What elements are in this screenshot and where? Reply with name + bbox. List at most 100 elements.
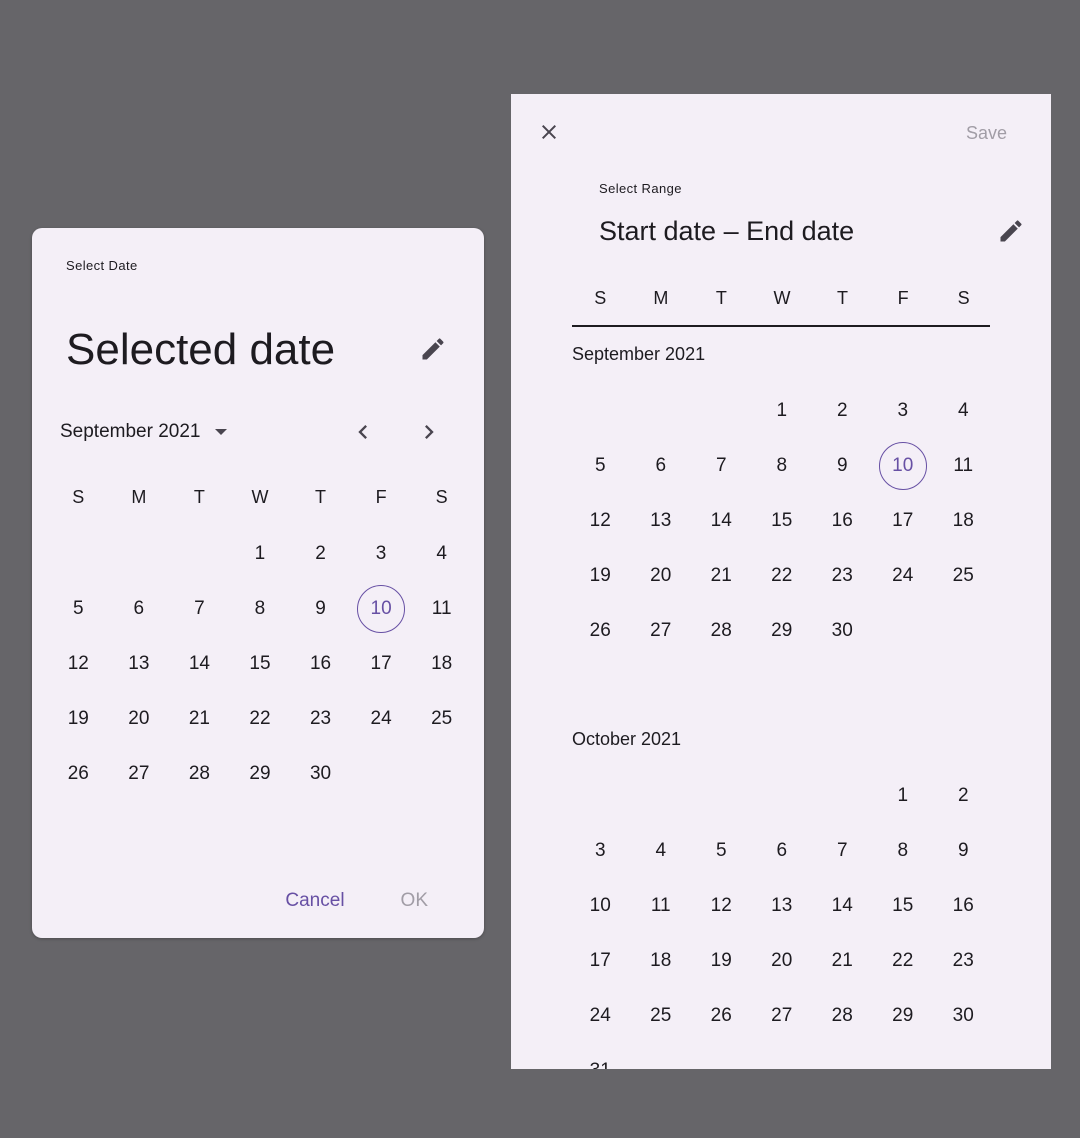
day-cell[interactable]: 19 — [691, 933, 752, 988]
day-cell[interactable]: 9 — [933, 823, 994, 878]
day-cell[interactable]: 17 — [351, 636, 412, 691]
day-cell[interactable]: 1 — [230, 526, 291, 581]
day-cell[interactable]: 30 — [290, 746, 351, 801]
day-cell[interactable]: 15 — [230, 636, 291, 691]
day-cell[interactable]: 4 — [631, 823, 692, 878]
day-cell[interactable]: 17 — [570, 933, 631, 988]
day-cell[interactable]: 10 — [570, 878, 631, 933]
day-cell[interactable]: 28 — [169, 746, 230, 801]
day-cell[interactable]: 16 — [933, 878, 994, 933]
cancel-button[interactable]: Cancel — [285, 890, 344, 912]
day-cell[interactable]: 12 — [691, 878, 752, 933]
day-cell[interactable]: 29 — [230, 746, 291, 801]
day-cell[interactable]: 23 — [812, 548, 873, 603]
day-cell[interactable]: 2 — [933, 768, 994, 823]
day-cell[interactable]: 13 — [631, 493, 692, 548]
day-cell[interactable]: 28 — [691, 603, 752, 658]
day-cell[interactable]: 20 — [752, 933, 813, 988]
day-cell[interactable]: 23 — [290, 691, 351, 746]
day-cell[interactable]: 27 — [631, 603, 692, 658]
day-cell[interactable]: 13 — [752, 878, 813, 933]
day-cell[interactable]: 28 — [812, 988, 873, 1043]
day-cell[interactable]: 8 — [752, 438, 813, 493]
day-cell[interactable]: 18 — [933, 493, 994, 548]
day-cell[interactable]: 23 — [933, 933, 994, 988]
day-cell[interactable]: 4 — [933, 383, 994, 438]
day-cell[interactable]: 31 — [570, 1043, 631, 1070]
day-cell[interactable]: 3 — [873, 383, 934, 438]
day-cell[interactable]: 19 — [570, 548, 631, 603]
day-cell[interactable]: 27 — [752, 988, 813, 1043]
day-cell[interactable]: 17 — [873, 493, 934, 548]
day-cell[interactable]: 13 — [109, 636, 170, 691]
day-cell[interactable]: 7 — [169, 581, 230, 636]
day-cell[interactable]: 7 — [812, 823, 873, 878]
day-cell[interactable]: 25 — [631, 988, 692, 1043]
day-cell[interactable]: 6 — [631, 438, 692, 493]
day-cell[interactable]: 10 — [873, 438, 934, 493]
day-cell[interactable]: 26 — [48, 746, 109, 801]
day-cell[interactable]: 10 — [351, 581, 412, 636]
day-cell[interactable]: 26 — [570, 603, 631, 658]
save-button[interactable]: Save — [966, 123, 1007, 144]
day-cell[interactable]: 11 — [631, 878, 692, 933]
day-cell[interactable]: 22 — [230, 691, 291, 746]
day-cell[interactable]: 24 — [873, 548, 934, 603]
day-cell[interactable]: 2 — [290, 526, 351, 581]
day-cell[interactable]: 24 — [570, 988, 631, 1043]
day-cell[interactable]: 14 — [812, 878, 873, 933]
day-cell[interactable]: 16 — [290, 636, 351, 691]
day-cell[interactable]: 14 — [169, 636, 230, 691]
day-cell[interactable]: 8 — [873, 823, 934, 878]
day-cell[interactable]: 1 — [873, 768, 934, 823]
day-cell[interactable]: 24 — [351, 691, 412, 746]
day-cell[interactable]: 25 — [933, 548, 994, 603]
day-cell[interactable]: 6 — [752, 823, 813, 878]
day-cell[interactable]: 21 — [812, 933, 873, 988]
day-cell[interactable]: 22 — [873, 933, 934, 988]
month-year-dropdown[interactable]: September 2021 — [60, 420, 227, 444]
day-cell[interactable]: 19 — [48, 691, 109, 746]
day-cell[interactable]: 16 — [812, 493, 873, 548]
day-cell[interactable]: 26 — [691, 988, 752, 1043]
day-cell[interactable]: 18 — [631, 933, 692, 988]
day-cell[interactable]: 6 — [109, 581, 170, 636]
day-cell[interactable]: 1 — [752, 383, 813, 438]
day-cell[interactable]: 20 — [631, 548, 692, 603]
day-cell[interactable]: 9 — [290, 581, 351, 636]
day-cell[interactable]: 15 — [752, 493, 813, 548]
day-cell[interactable]: 20 — [109, 691, 170, 746]
day-cell[interactable]: 21 — [169, 691, 230, 746]
day-cell[interactable]: 29 — [752, 603, 813, 658]
day-cell[interactable]: 22 — [752, 548, 813, 603]
day-cell[interactable]: 15 — [873, 878, 934, 933]
day-cell[interactable]: 8 — [230, 581, 291, 636]
ok-button[interactable]: OK — [401, 890, 428, 912]
day-cell[interactable]: 11 — [933, 438, 994, 493]
day-cell[interactable]: 11 — [411, 581, 472, 636]
day-cell[interactable]: 18 — [411, 636, 472, 691]
edit-pencil-icon[interactable] — [419, 335, 447, 363]
day-cell[interactable]: 12 — [48, 636, 109, 691]
day-cell[interactable]: 3 — [351, 526, 412, 581]
day-cell[interactable]: 4 — [411, 526, 472, 581]
close-icon[interactable] — [537, 120, 561, 144]
day-cell[interactable]: 25 — [411, 691, 472, 746]
day-cell[interactable]: 29 — [873, 988, 934, 1043]
day-cell[interactable]: 3 — [570, 823, 631, 878]
day-cell[interactable]: 21 — [691, 548, 752, 603]
day-cell[interactable]: 14 — [691, 493, 752, 548]
day-cell[interactable]: 2 — [812, 383, 873, 438]
chevron-left-icon[interactable] — [349, 418, 377, 446]
day-cell[interactable]: 30 — [812, 603, 873, 658]
day-cell[interactable]: 30 — [933, 988, 994, 1043]
day-cell[interactable]: 12 — [570, 493, 631, 548]
day-cell[interactable]: 5 — [691, 823, 752, 878]
day-cell[interactable]: 7 — [691, 438, 752, 493]
day-cell[interactable]: 5 — [570, 438, 631, 493]
day-cell[interactable]: 5 — [48, 581, 109, 636]
edit-pencil-icon[interactable] — [997, 217, 1025, 245]
chevron-right-icon[interactable] — [415, 418, 443, 446]
day-cell[interactable]: 27 — [109, 746, 170, 801]
day-cell[interactable]: 9 — [812, 438, 873, 493]
